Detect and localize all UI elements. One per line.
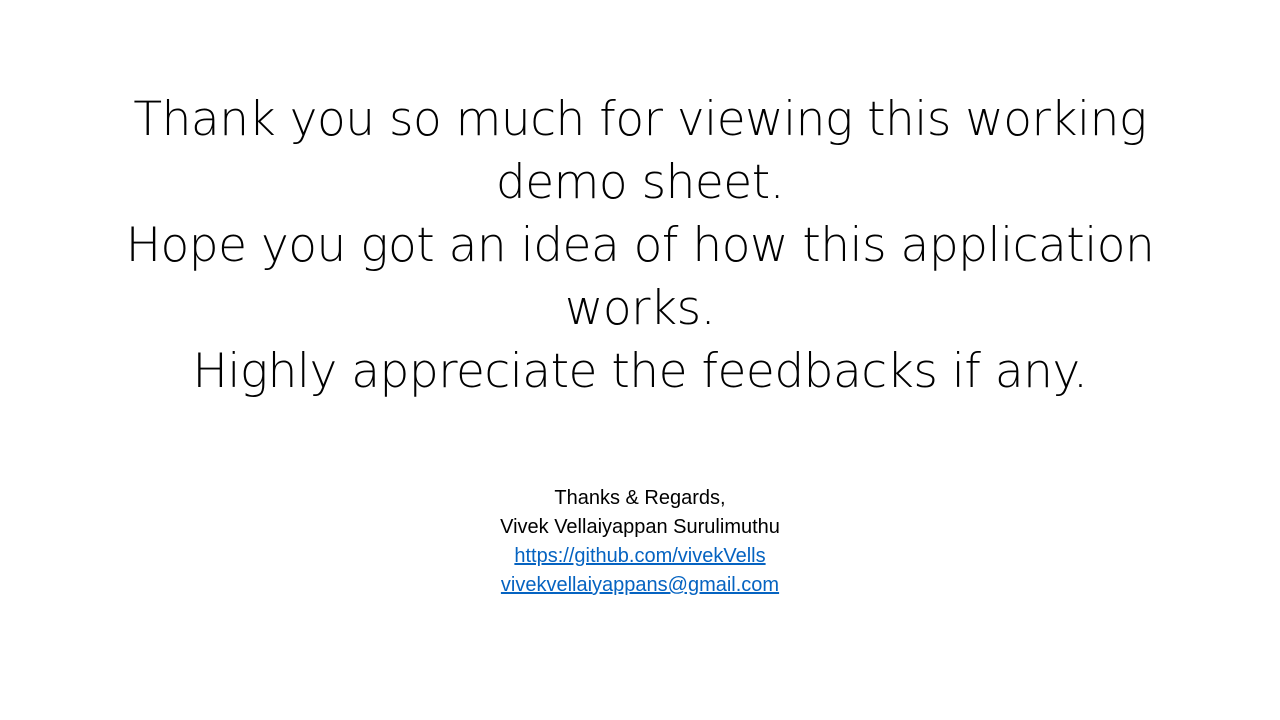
email-link[interactable]: vivekvellaiyappans@gmail.com [501,574,779,596]
signature-block: Thanks & Regards, Vivek Vellaiyappan Sur… [340,484,940,600]
author-name: Vivek Vellaiyappan Surulimuthu [500,516,780,538]
thank-you-message: Thank you so much for viewing this worki… [60,88,1220,403]
message-line: Highly appreciate the feedbacks if any. [192,344,1088,399]
message-line: works. [564,281,716,336]
slide: Thank you so much for viewing this worki… [0,0,1280,720]
message-line: demo sheet. [495,155,785,210]
message-line: Thank you so much for viewing this worki… [133,92,1147,147]
closing-text: Thanks & Regards, [554,487,726,509]
github-link[interactable]: https://github.com/vivekVells [514,545,765,567]
message-line: Hope you got an idea of how this applica… [125,218,1155,273]
